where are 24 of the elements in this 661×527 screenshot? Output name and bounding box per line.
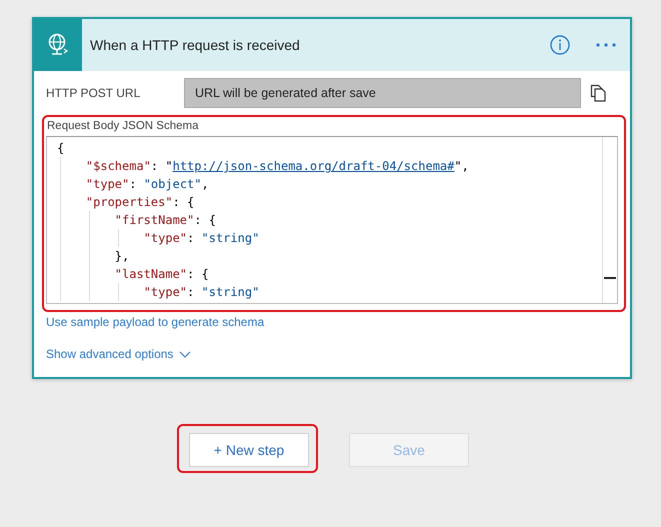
code-line: "type": "string"	[57, 229, 602, 247]
url-field[interactable]: URL will be generated after save	[184, 78, 581, 108]
code-line: "type": "object",	[57, 175, 602, 193]
more-options-icon[interactable]	[596, 43, 616, 47]
url-label: HTTP POST URL	[46, 86, 142, 100]
advanced-options-link[interactable]: Show advanced options	[46, 347, 192, 361]
code-line: "$schema": "http://json-schema.org/draft-04/schema#",	[57, 157, 602, 175]
code-line: "firstName": {	[57, 211, 602, 229]
globe-icon	[47, 33, 69, 57]
code-editor[interactable]: { "$schema": "http://json-schema.org/draft-04/schema#", "type": "object", "properties": { "firstName": { "type": "string" }, "lastName": { "type": "string"	[46, 136, 618, 304]
sample-payload-link[interactable]: Use sample payload to generate schema	[46, 315, 630, 329]
code-line: },	[57, 247, 602, 265]
chevron-down-icon	[179, 350, 192, 358]
code-line: "properties": {	[57, 193, 602, 211]
code-line: "type": "string"	[57, 283, 602, 301]
schema-label: Request Body JSON Schema	[47, 120, 200, 132]
trigger-title: When a HTTP request is received	[90, 37, 301, 53]
scrollbar-thumb[interactable]	[604, 277, 616, 279]
schema-link[interactable]: http://json-schema.org/draft-04/schema#	[172, 159, 454, 173]
code-line: "lastName": {	[57, 265, 602, 283]
action-button[interactable]: + New step	[189, 433, 309, 467]
copy-icon[interactable]	[590, 84, 606, 102]
info-icon[interactable]	[550, 35, 570, 55]
code-line: {	[57, 140, 66, 157]
